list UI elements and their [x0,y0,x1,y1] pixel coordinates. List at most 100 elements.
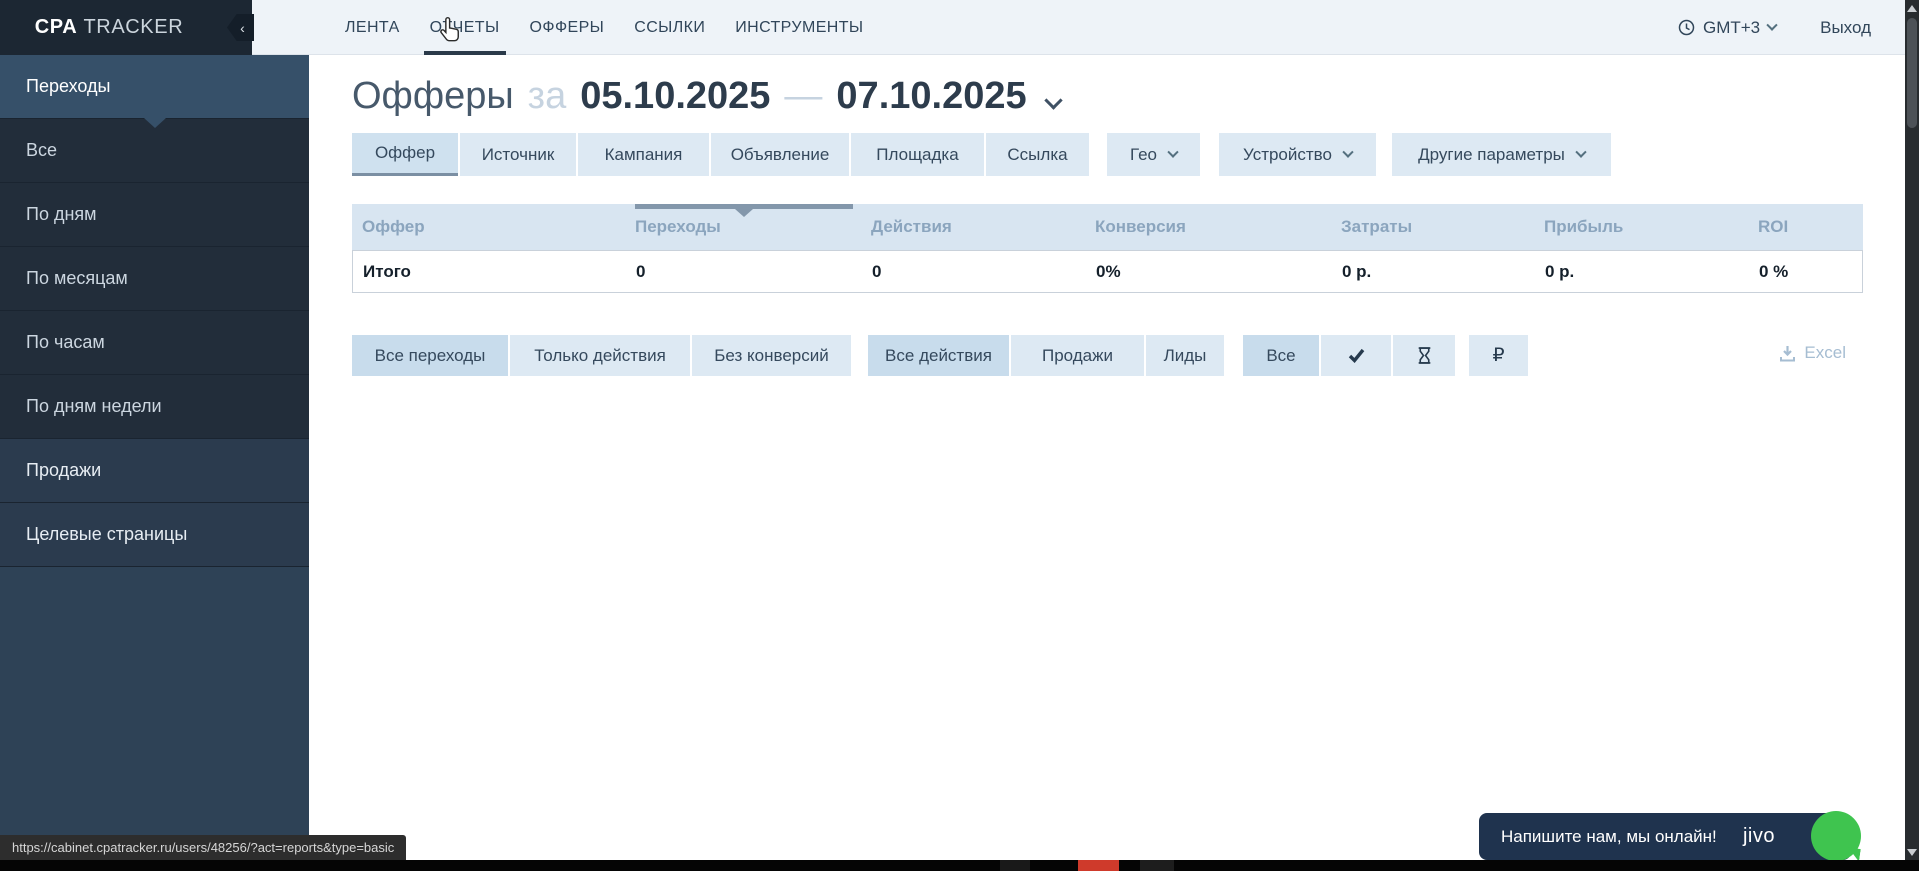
th-deystviya[interactable]: Действия [871,204,952,250]
filter-tolko-deystviya[interactable]: Только действия [510,335,690,376]
chevron-left-icon: ‹ [240,21,245,35]
table-header-row: Оффер Переходы Действия Конверсия Затрат… [352,204,1863,250]
chevron-down-icon [1167,146,1178,157]
dropdown-ustroystvo[interactable]: Устройство [1219,133,1376,176]
taskbar-item [1140,860,1174,871]
hourglass-icon [1417,347,1432,364]
nav-tab-offery[interactable]: ОФФЕРЫ [530,0,605,55]
th-perehody[interactable]: Переходы [635,204,721,250]
logo-bold: CPA [35,16,78,38]
sidebar-item-po-chasam[interactable]: По часам [0,311,309,375]
date-dash: — [784,75,822,118]
nav-tab-instrumenty[interactable]: ИНСТРУМЕНТЫ [735,0,863,55]
chat-widget[interactable]: Напишите нам, мы онлайн! jivo [1479,813,1851,860]
chat-bubble-icon[interactable] [1811,811,1861,861]
filter-hourglass-button[interactable] [1393,335,1455,376]
report-title-row: Офферы за 05.10.2025 — 07.10.2025 [352,75,1060,118]
dim-tab-obyavlenie[interactable]: Объявление [711,133,849,176]
td-total-label: Итого [363,251,411,292]
report-table: Оффер Переходы Действия Конверсия Затрат… [352,204,1863,293]
chat-message: Напишите нам, мы онлайн! [1501,813,1717,860]
filter-check-button[interactable] [1321,335,1391,376]
filter-vse-perehody[interactable]: Все переходы [352,335,508,376]
jivo-logo: jivo [1743,813,1775,860]
logo-text: CPA TRACKER [35,16,218,39]
taskbar [0,860,1919,871]
clock-icon [1678,19,1695,36]
td-konversiya: 0% [1096,251,1121,292]
nav-tab-lenta[interactable]: ЛЕНТА [345,0,400,55]
header-right: GMT+3 Выход [1678,0,1871,55]
date-from[interactable]: 05.10.2025 [580,75,770,118]
filter-vse-deystviya[interactable]: Все действия [868,335,1009,376]
logo-rest: TRACKER [83,16,183,38]
report-content: Офферы за 05.10.2025 — 07.10.2025 Оффер … [309,55,1905,860]
filter-currency-button[interactable]: ₽ [1469,335,1528,376]
top-header: CPA TRACKER ‹ ЛЕНТА ОТЧЕТЫ ОФФЕРЫ ССЫЛКИ… [0,0,1905,55]
dropdown-label: Другие параметры [1418,145,1565,165]
td-roi: 0 % [1759,251,1788,292]
dropdown-label: Гео [1130,145,1157,165]
chevron-down-icon [1766,19,1777,30]
dim-tab-kampaniya[interactable]: Кампания [578,133,709,176]
filter-lidy[interactable]: Лиды [1146,335,1224,376]
filter-bez-konversiy[interactable]: Без конверсий [692,335,851,376]
taskbar-item [1000,860,1030,871]
th-pribyl[interactable]: Прибыль [1544,204,1623,250]
export-label: Excel [1804,343,1846,363]
table-total-row: Итого 0 0 0% 0 р. 0 р. 0 % [352,250,1863,293]
ruble-icon: ₽ [1492,344,1504,367]
sidebar-item-po-dnyam-nedeli[interactable]: По дням недели [0,375,309,439]
nav-tab-ssylki[interactable]: ССЫЛКИ [634,0,705,55]
check-icon [1348,348,1365,363]
td-zatraty: 0 р. [1342,251,1371,292]
scroll-up-arrow-icon[interactable] [1907,5,1917,12]
th-konversiya[interactable]: Конверсия [1095,204,1186,250]
sidebar: Переходы Все По дням По месяцам По часам… [0,55,309,860]
filter-prodazhi[interactable]: Продажи [1011,335,1144,376]
export-excel-link[interactable]: Excel [1779,343,1846,363]
filter-row: Все переходы Только действия Без конверс… [352,335,1530,376]
nav-tab-otchety[interactable]: ОТЧЕТЫ [430,0,500,55]
sidebar-collapse-button[interactable]: ‹ [227,14,254,41]
title-preposition: за [528,75,567,118]
th-offer[interactable]: Оффер [362,204,425,250]
date-range-chevron-icon[interactable] [1044,91,1062,109]
app-window: CPA TRACKER ‹ ЛЕНТА ОТЧЕТЫ ОФФЕРЫ ССЫЛКИ… [0,0,1919,871]
page-title: Офферы [352,75,514,118]
timezone-selector[interactable]: GMT+3 [1678,18,1776,38]
status-url-tooltip: https://cabinet.cpatracker.ru/users/4825… [0,835,406,860]
td-pribyl: 0 р. [1545,251,1574,292]
logo: CPA TRACKER ‹ [0,0,252,55]
timezone-label: GMT+3 [1703,18,1760,38]
dropdown-geo[interactable]: Гео [1107,133,1200,176]
sidebar-item-vse[interactable]: Все [0,119,309,183]
dropdown-drugie-parametry[interactable]: Другие параметры [1392,133,1611,176]
sidebar-item-po-dnyam[interactable]: По дням [0,183,309,247]
td-perehody: 0 [636,251,645,292]
sidebar-item-celevye-stranicy[interactable]: Целевые страницы [0,503,309,567]
dropdown-label: Устройство [1243,145,1332,165]
date-to[interactable]: 07.10.2025 [836,75,1026,118]
sidebar-item-po-mesyacam[interactable]: По месяцам [0,247,309,311]
td-deystviya: 0 [872,251,881,292]
dim-tab-istochnik[interactable]: Источник [460,133,576,176]
taskbar-alert-item [1078,860,1119,871]
filter-vse-status[interactable]: Все [1243,335,1319,376]
chevron-down-icon [1575,146,1586,157]
sidebar-item-perehody[interactable]: Переходы [0,55,309,119]
chevron-down-icon [1342,146,1353,157]
logout-link[interactable]: Выход [1820,18,1871,38]
download-icon [1779,345,1796,362]
th-roi[interactable]: ROI [1758,204,1788,250]
dim-tab-ssylka[interactable]: Ссылка [986,133,1089,176]
th-zatraty[interactable]: Затраты [1341,204,1412,250]
dim-tab-ploshchadka[interactable]: Площадка [851,133,984,176]
dim-tab-offer[interactable]: Оффер [352,133,458,176]
dimension-tabs: Оффер Источник Кампания Объявление Площа… [352,133,1613,176]
top-nav: ЛЕНТА ОТЧЕТЫ ОФФЕРЫ ССЫЛКИ ИНСТРУМЕНТЫ [345,0,863,55]
page-scrollbar[interactable] [1905,0,1919,871]
scroll-down-arrow-icon[interactable] [1907,849,1917,856]
sidebar-item-prodazhi[interactable]: Продажи [0,439,309,503]
scrollbar-thumb[interactable] [1907,18,1917,128]
